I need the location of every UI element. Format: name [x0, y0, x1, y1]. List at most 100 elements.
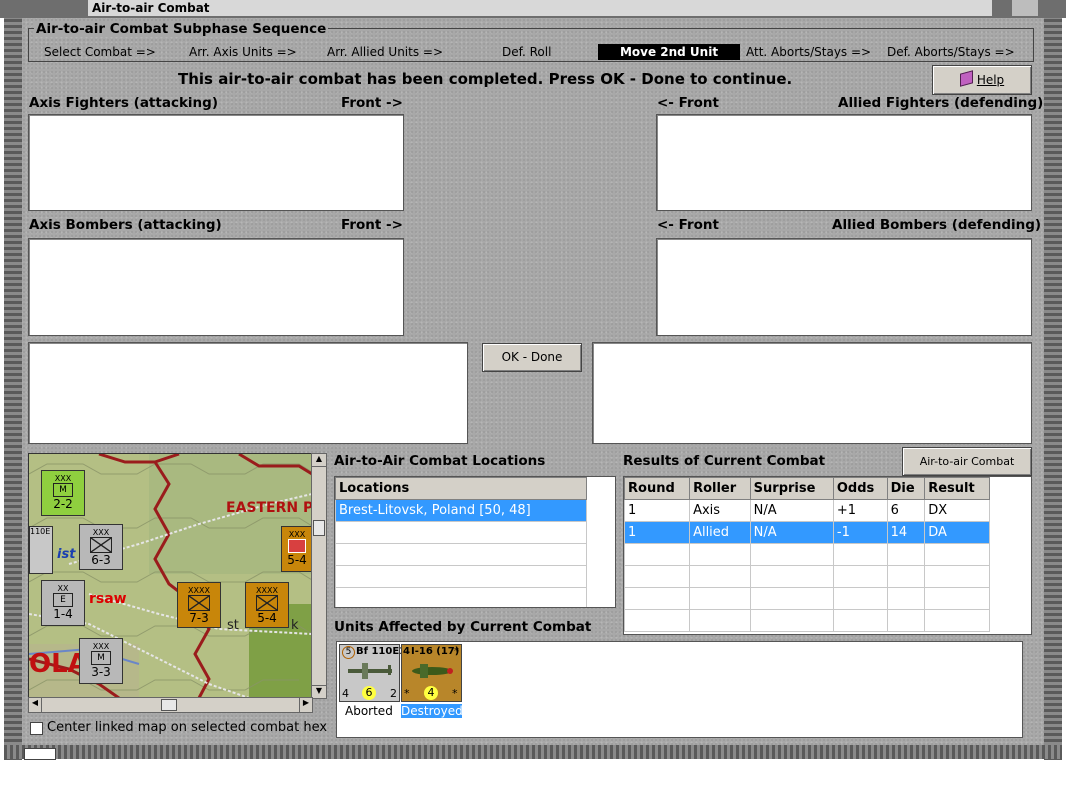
table-row[interactable]: 1 Axis N/A +1 6 DX — [624, 499, 990, 522]
unit-counter-bf110[interactable]: 5 Bf 110E1 4 6 2 — [339, 644, 406, 702]
unit-status-aborted: Aborted — [345, 704, 393, 718]
sequence-legend: Air-to-air Combat Subphase Sequence — [34, 21, 329, 37]
location-row-empty[interactable] — [335, 521, 587, 544]
infantry-symbol-icon — [188, 595, 210, 611]
air-combat-chart-button[interactable]: Air-to-air Combat Chart — [902, 447, 1032, 495]
results-table[interactable]: Round Roller Surprise Odds Die Result 1 … — [623, 476, 1032, 635]
map-counter-1-4[interactable]: XX E 1-4 — [41, 580, 85, 626]
locations-table[interactable]: Locations Brest-Litovsk, Poland [50, 48] — [334, 476, 616, 608]
map-horizontal-scrollbar[interactable]: ◀ ▶ — [28, 697, 313, 713]
step-move-2nd-unit: Move 2nd Unit — [598, 44, 740, 60]
location-row-empty[interactable] — [335, 565, 587, 588]
counter-strength: 6-3 — [91, 553, 111, 567]
scroll-left-arrow-icon[interactable]: ◀ — [29, 698, 42, 712]
map-counter-edge[interactable]: 110E — [29, 526, 53, 574]
units-affected-panel[interactable]: 5 Bf 110E1 4 6 2 Aborted 4 I-16 (17) * *… — [336, 641, 1023, 738]
counter-strength: 5-4 — [257, 611, 277, 625]
table-row-empty[interactable] — [624, 587, 990, 610]
unit-symbol-icon: M — [91, 651, 111, 665]
help-button[interactable]: Help — [932, 65, 1032, 95]
allied-fighters-panel[interactable] — [656, 114, 1032, 211]
counter-strength: 7-3 — [189, 611, 209, 625]
counter-size: XXX — [92, 642, 110, 651]
map-counter-2-2[interactable]: XXX M 2-2 — [41, 470, 85, 516]
scroll-up-arrow-icon[interactable]: ▲ — [312, 454, 326, 467]
linked-map-viewport[interactable]: EASTERN P rsaw OLA st k ist 110E XXX M 2… — [28, 453, 313, 699]
aircraft-silhouette-icon — [348, 663, 392, 679]
window-frame-bottom — [4, 745, 1062, 759]
results-col-die[interactable]: Die — [886, 477, 926, 500]
scroll-right-arrow-icon[interactable]: ▶ — [299, 698, 312, 712]
help-book-icon — [959, 70, 973, 87]
window-frame-right — [1044, 18, 1062, 760]
cell-die: 6 — [886, 499, 926, 522]
infantry-symbol-icon — [90, 537, 112, 553]
location-row-empty[interactable] — [335, 543, 587, 566]
status-message: This air-to-air combat has been complete… — [178, 70, 793, 88]
map-counter-3-3[interactable]: XXX M 3-3 — [79, 638, 123, 684]
results-col-roller[interactable]: Roller — [689, 477, 751, 500]
ok-done-button[interactable]: OK - Done — [482, 343, 582, 372]
results-col-round[interactable]: Round — [624, 477, 691, 500]
location-row-empty[interactable] — [335, 587, 587, 607]
allied-bombers-front-label: <- Front — [657, 217, 719, 233]
scroll-thumb-vertical[interactable] — [313, 520, 325, 536]
unit-symbol-icon: M — [53, 483, 73, 497]
unit-symbol-icon: E — [53, 593, 73, 607]
map-vertical-scrollbar[interactable]: ▲ ▼ — [311, 453, 327, 699]
unit-bottom-right-value: * — [452, 687, 458, 700]
locations-header[interactable]: Locations — [335, 477, 587, 500]
axis-bombers-label: Axis Bombers (attacking) — [29, 217, 222, 233]
center-map-checkbox[interactable] — [30, 722, 43, 735]
map-label-brest: st — [227, 618, 239, 633]
unit-counter-i16[interactable]: 4 I-16 (17) * * 4 * — [401, 644, 462, 702]
unit-top-left-value: 5 — [342, 646, 355, 659]
results-title: Results of Current Combat — [623, 453, 826, 469]
allied-fighters-label: Allied Fighters (defending) — [838, 95, 1044, 111]
counter-size: XXX — [288, 530, 306, 539]
map-label-eastern: EASTERN P — [226, 500, 313, 516]
cell-result: DA — [924, 521, 990, 544]
allied-bombers-panel[interactable] — [656, 238, 1032, 336]
counter-size: XXX — [54, 474, 72, 483]
axis-fighters-label: Axis Fighters (attacking) — [29, 95, 218, 111]
axis-fighters-panel[interactable] — [28, 114, 404, 211]
results-col-surprise[interactable]: Surprise — [749, 477, 834, 500]
cell-roller: Axis — [689, 499, 751, 522]
map-label-warsaw: rsaw — [89, 591, 127, 607]
table-row-empty[interactable] — [624, 543, 990, 566]
map-counter-5-4[interactable]: XXXX 5-4 — [245, 582, 289, 628]
aircraft-silhouette-icon — [412, 664, 453, 678]
infantry-symbol-icon — [256, 595, 278, 611]
map-counter-edge-label: 110E — [30, 527, 51, 536]
axis-bombers-panel[interactable] — [28, 238, 404, 336]
results-col-odds[interactable]: Odds — [832, 477, 888, 500]
scroll-thumb-horizontal[interactable] — [161, 699, 177, 711]
unit-center-value: 6 — [362, 686, 376, 700]
map-counter-7-3[interactable]: XXXX 7-3 — [177, 582, 221, 628]
step-select-combat: Select Combat => — [44, 45, 156, 59]
step-def-roll: Def. Roll — [502, 45, 552, 59]
counter-size: XXXX — [188, 586, 210, 595]
scroll-down-arrow-icon[interactable]: ▼ — [312, 685, 326, 698]
step-arr-axis-units: Arr. Axis Units => — [189, 45, 297, 59]
table-row-empty[interactable] — [624, 565, 990, 588]
axis-fighters-front-label: Front -> — [341, 95, 403, 111]
cell-surprise: N/A — [749, 499, 834, 522]
cell-die: 14 — [886, 521, 926, 544]
location-row[interactable]: Brest-Litovsk, Poland [50, 48] — [335, 499, 587, 522]
unit-name: I-16 (17) — [411, 646, 460, 657]
allied-bombers-label: Allied Bombers (defending) — [832, 217, 1042, 233]
map-counter-edge-right[interactable]: XXX 5-4 — [281, 526, 312, 572]
results-col-result[interactable]: Result — [924, 477, 990, 500]
cell-odds: +1 — [832, 499, 888, 522]
frame-resize-grip[interactable] — [24, 748, 56, 760]
locations-title: Air-to-Air Combat Locations — [334, 453, 546, 469]
step-att-aborts: Att. Aborts/Stays => — [746, 45, 872, 59]
unit-name: Bf 110E1 — [356, 646, 407, 657]
table-row-selected[interactable]: 1 Allied N/A -1 14 DA — [624, 521, 990, 544]
table-row-empty[interactable] — [624, 609, 990, 632]
unit-bottom-left-value: * — [404, 687, 410, 700]
units-affected-title: Units Affected by Current Combat — [334, 619, 592, 635]
map-counter-6-3[interactable]: XXX 6-3 — [79, 524, 123, 570]
